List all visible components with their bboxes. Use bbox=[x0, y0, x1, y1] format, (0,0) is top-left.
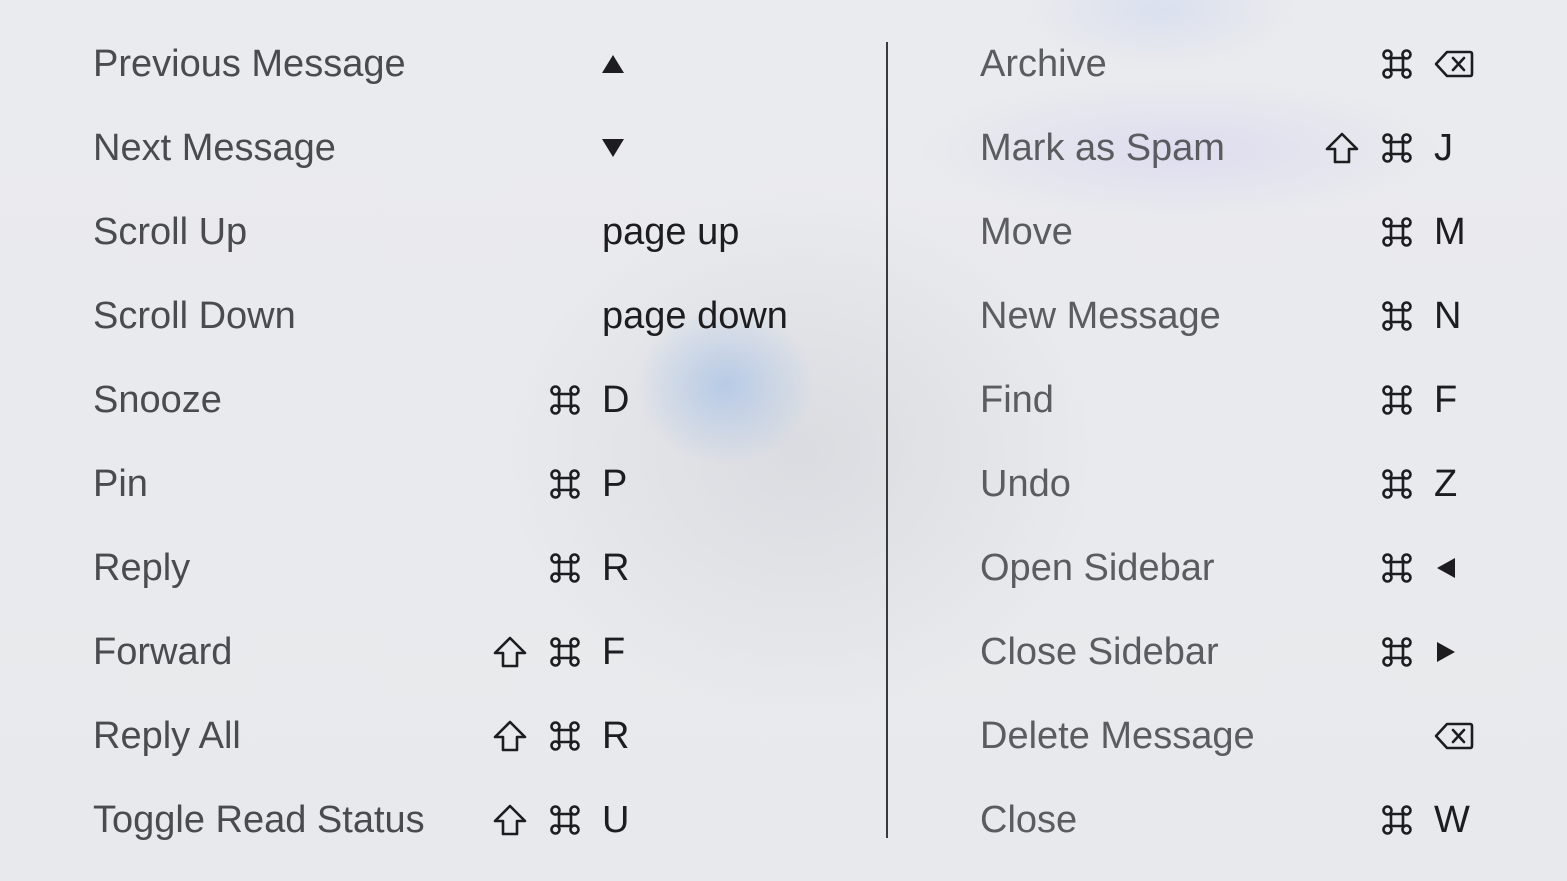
shortcut-row-find: Find F bbox=[980, 358, 1520, 442]
shortcut-label: Next Message bbox=[93, 127, 336, 169]
shortcut-label: Close Sidebar bbox=[980, 631, 1219, 673]
down-arrow-icon bbox=[600, 106, 626, 190]
delete-icon bbox=[1434, 694, 1474, 778]
keyboard-shortcuts-panel: Previous Message Next Message Scroll Up pag… bbox=[0, 0, 1567, 881]
shortcut-label: Toggle Read Status bbox=[93, 799, 425, 841]
key-w: W bbox=[1434, 799, 1470, 841]
shortcut-row-pin: Pin P bbox=[93, 442, 853, 526]
key-f: F bbox=[1434, 379, 1458, 421]
key-page-down: page down bbox=[602, 295, 788, 337]
shortcut-row-move: Move M bbox=[980, 190, 1520, 274]
shortcut-label: Open Sidebar bbox=[980, 547, 1215, 589]
shortcut-label: Delete Message bbox=[980, 715, 1255, 757]
key-r: R bbox=[602, 715, 630, 757]
shortcut-row-close: Close W bbox=[980, 778, 1520, 862]
shortcut-label: Reply bbox=[93, 547, 191, 589]
shortcut-label: Scroll Down bbox=[93, 295, 296, 337]
shortcut-row-close-sidebar: Close Sidebar bbox=[980, 610, 1520, 694]
command-icon bbox=[1380, 358, 1414, 442]
shortcut-row-next-message: Next Message bbox=[93, 106, 853, 190]
shortcut-label: Archive bbox=[980, 43, 1107, 85]
shortcut-label: Undo bbox=[980, 463, 1071, 505]
command-icon bbox=[1380, 442, 1414, 526]
command-icon bbox=[1380, 610, 1414, 694]
shortcut-label: Find bbox=[980, 379, 1054, 421]
shortcut-row-previous-message: Previous Message bbox=[93, 22, 853, 106]
key-f: F bbox=[602, 631, 626, 673]
command-icon bbox=[1380, 526, 1414, 610]
shift-icon bbox=[492, 610, 528, 694]
shortcut-row-delete-message: Delete Message bbox=[980, 694, 1520, 778]
shortcut-label: Move bbox=[980, 211, 1073, 253]
delete-icon bbox=[1434, 22, 1474, 106]
command-icon bbox=[548, 610, 582, 694]
key-p: P bbox=[602, 463, 628, 505]
shortcut-row-undo: Undo Z bbox=[980, 442, 1520, 526]
shortcut-row-new-message: New Message N bbox=[980, 274, 1520, 358]
key-n: N bbox=[1434, 295, 1462, 337]
key-u: U bbox=[602, 799, 630, 841]
key-d: D bbox=[602, 379, 630, 421]
shortcut-label: Forward bbox=[93, 631, 233, 673]
shortcut-label: Scroll Up bbox=[93, 211, 248, 253]
key-j: J bbox=[1434, 127, 1453, 169]
shortcut-row-mark-as-spam: Mark as Spam J bbox=[980, 106, 1520, 190]
command-icon bbox=[548, 526, 582, 610]
shortcut-label: Mark as Spam bbox=[980, 127, 1225, 169]
shortcut-label: Close bbox=[980, 799, 1078, 841]
shortcut-label: Previous Message bbox=[93, 43, 406, 85]
shortcut-row-scroll-down: Scroll Down page down bbox=[93, 274, 853, 358]
key-z: Z bbox=[1434, 463, 1458, 505]
command-icon bbox=[548, 778, 582, 862]
shortcut-label: Pin bbox=[93, 463, 148, 505]
right-arrow-icon bbox=[1434, 610, 1458, 694]
command-icon bbox=[548, 358, 582, 442]
shortcut-label: Snooze bbox=[93, 379, 222, 421]
shortcut-row-open-sidebar: Open Sidebar bbox=[980, 526, 1520, 610]
left-arrow-icon bbox=[1434, 526, 1458, 610]
column-divider bbox=[886, 42, 888, 838]
command-icon bbox=[1380, 22, 1414, 106]
shortcut-row-forward: Forward F bbox=[93, 610, 853, 694]
command-icon bbox=[548, 442, 582, 526]
command-icon bbox=[1380, 778, 1414, 862]
shortcut-label: Reply All bbox=[93, 715, 241, 757]
shift-icon bbox=[492, 778, 528, 862]
shift-icon bbox=[492, 694, 528, 778]
command-icon bbox=[1380, 274, 1414, 358]
command-icon bbox=[548, 694, 582, 778]
shortcut-row-archive: Archive bbox=[980, 22, 1520, 106]
shortcut-row-toggle-read-status: Toggle Read Status U bbox=[93, 778, 853, 862]
command-icon bbox=[1380, 106, 1414, 190]
shift-icon bbox=[1324, 106, 1360, 190]
key-m: M bbox=[1434, 211, 1466, 253]
key-page-up: page up bbox=[602, 211, 740, 253]
key-r: R bbox=[602, 547, 630, 589]
shortcut-row-scroll-up: Scroll Up page up bbox=[93, 190, 853, 274]
command-icon bbox=[1380, 190, 1414, 274]
shortcut-row-reply: Reply R bbox=[93, 526, 853, 610]
shortcut-row-snooze: Snooze D bbox=[93, 358, 853, 442]
shortcut-row-reply-all: Reply All R bbox=[93, 694, 853, 778]
up-arrow-icon bbox=[600, 22, 626, 106]
shortcut-label: New Message bbox=[980, 295, 1221, 337]
